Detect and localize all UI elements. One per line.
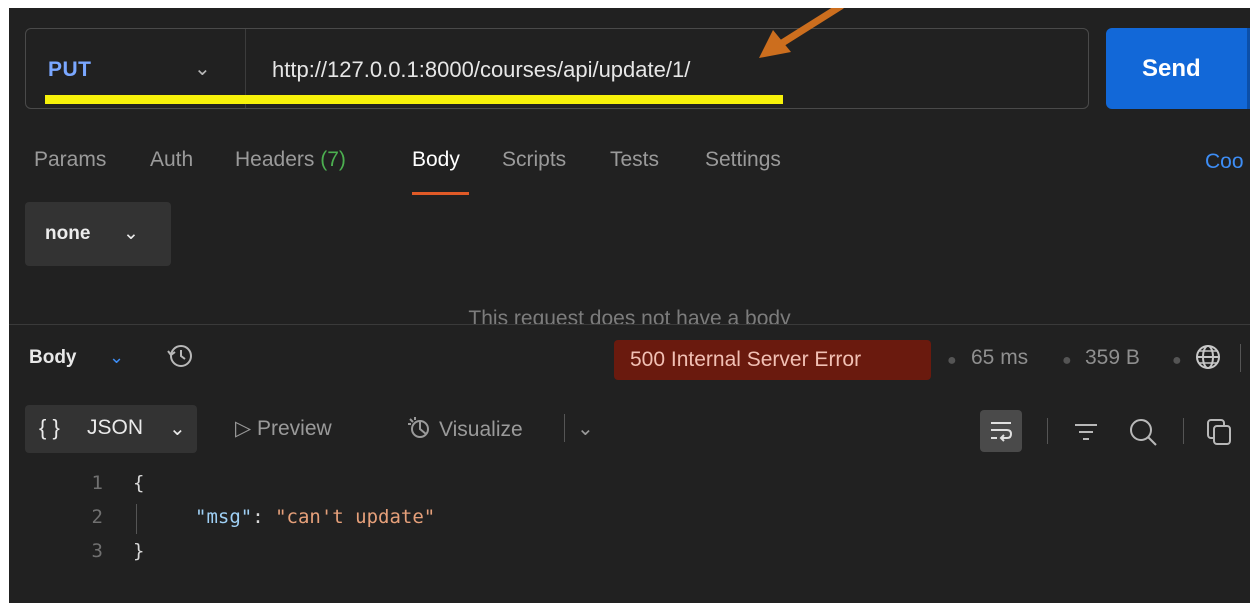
filter-icon[interactable]: [1071, 418, 1101, 446]
method-label: PUT: [48, 58, 92, 81]
visualize-icon: [408, 417, 429, 438]
format-select[interactable]: { } JSON ⌄: [25, 405, 197, 453]
tab-headers-label: Headers: [235, 148, 315, 171]
chevron-down-icon: ⌄: [123, 223, 139, 244]
toolbar-separator: [1047, 418, 1048, 444]
toolbar-separator: [1183, 418, 1184, 444]
indent-guide: [136, 504, 137, 534]
tab-scripts[interactable]: Scripts: [502, 148, 566, 172]
response-time[interactable]: 65 ms: [971, 346, 1028, 370]
url-input[interactable]: http://127.0.0.1:8000/courses/api/update…: [272, 57, 690, 83]
tab-body[interactable]: Body: [412, 148, 460, 172]
postman-request-panel: PUT ⌄ http://127.0.0.1:8000/courses/api/…: [9, 8, 1250, 603]
json-separator: :: [252, 506, 276, 528]
body-type-label: none: [45, 223, 91, 244]
tab-params[interactable]: Params: [34, 148, 106, 172]
copy-icon[interactable]: [1204, 416, 1240, 448]
wrap-lines-button[interactable]: [980, 410, 1022, 452]
preview-button[interactable]: ▷ Preview: [235, 416, 332, 441]
arrow-annotation: [759, 8, 844, 58]
chevron-down-icon[interactable]: ⌄: [577, 416, 594, 441]
json-line: "msg": "can't update": [195, 506, 435, 528]
line-number: 2: [91, 506, 103, 528]
visualize-button[interactable]: Visualize: [407, 416, 523, 442]
toolbar-separator: [1240, 344, 1241, 372]
send-button[interactable]: Send: [1106, 28, 1250, 109]
response-body-label[interactable]: Body: [29, 347, 77, 369]
tab-settings[interactable]: Settings: [705, 148, 781, 172]
separator-dot: ●: [1062, 352, 1072, 369]
line-number: 3: [91, 540, 103, 562]
chevron-down-icon[interactable]: ⌄: [109, 347, 124, 368]
toolbar-separator: [564, 414, 565, 442]
highlight-underline: [45, 95, 783, 104]
active-tab-indicator: [412, 192, 469, 195]
no-body-message: This request does not have a body: [468, 307, 791, 324]
visualize-label: Visualize: [439, 418, 523, 441]
wrap-icon: [991, 422, 1013, 442]
globe-icon[interactable]: [1193, 342, 1223, 372]
send-label: Send: [1142, 55, 1201, 82]
status-text: 500 Internal Server Error: [630, 348, 862, 371]
line-number: 1: [91, 472, 103, 494]
body-type-select[interactable]: none ⌄: [25, 202, 171, 266]
tab-tests[interactable]: Tests: [610, 148, 659, 172]
panel-divider[interactable]: [9, 324, 1250, 325]
tab-auth[interactable]: Auth: [150, 148, 193, 172]
json-braces-icon: { }: [39, 415, 60, 440]
json-close-brace: }: [133, 540, 145, 562]
json-value: "can't update": [275, 506, 436, 528]
headers-count-badge: (7): [320, 148, 346, 171]
separator-dot: ●: [1172, 352, 1182, 369]
history-icon[interactable]: [165, 341, 195, 371]
tab-headers[interactable]: Headers (7): [235, 148, 346, 172]
format-label: JSON: [87, 416, 144, 439]
json-open-brace: {: [133, 472, 145, 494]
separator-dot: ●: [947, 352, 957, 369]
status-badge[interactable]: 500 Internal Server Error: [614, 340, 931, 380]
chevron-down-icon: ⌄: [169, 418, 186, 440]
cookies-link[interactable]: Coo: [1205, 150, 1244, 174]
response-size[interactable]: 359 B: [1085, 346, 1140, 370]
chevron-down-icon: ⌄: [194, 58, 211, 80]
json-key: "msg": [195, 506, 253, 528]
search-icon[interactable]: [1127, 416, 1159, 448]
